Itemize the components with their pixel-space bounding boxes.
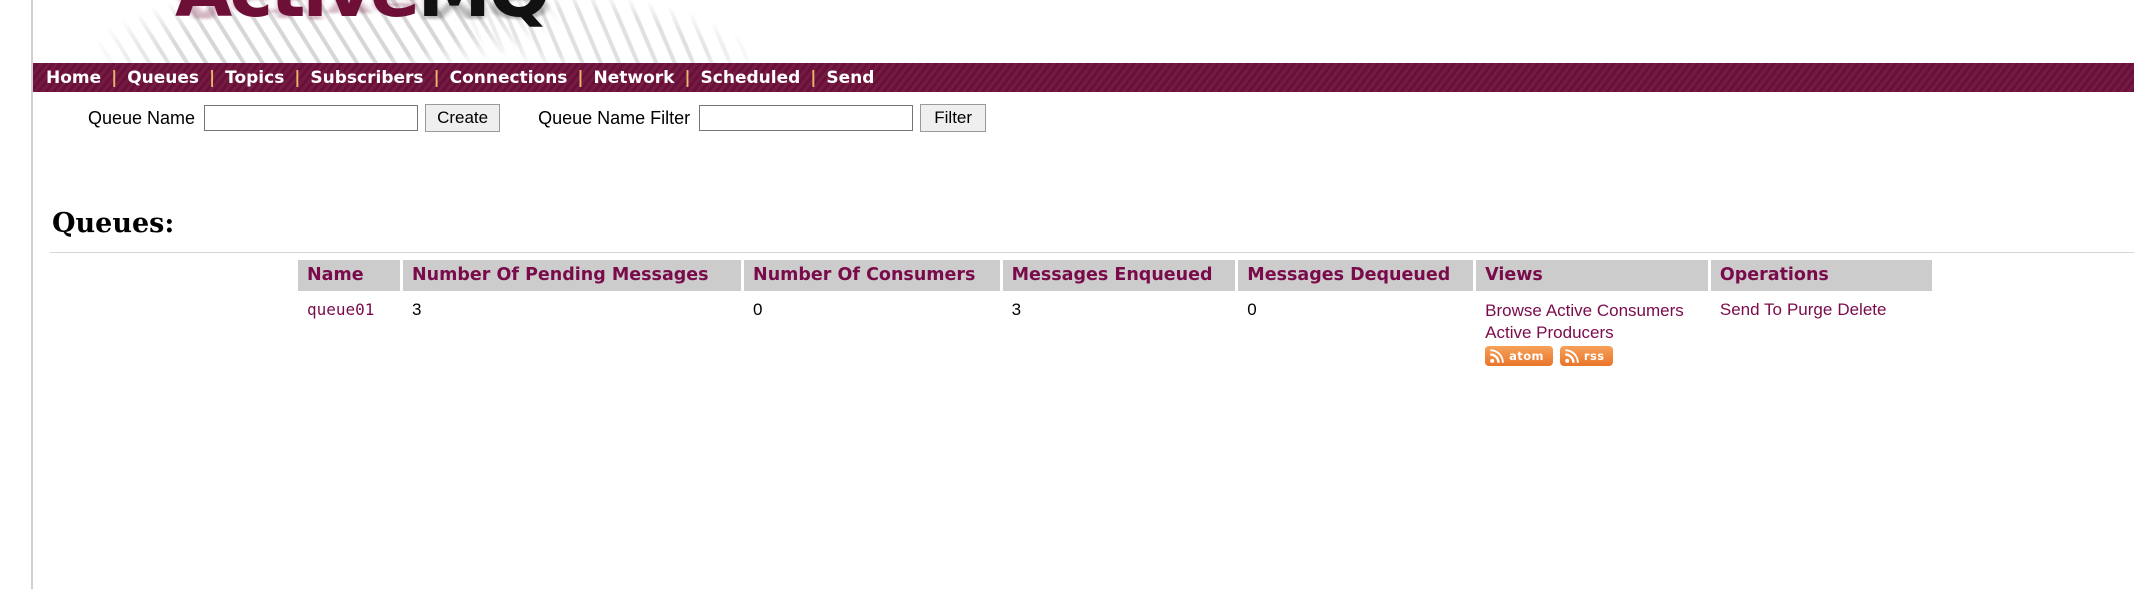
nav-separator: |: [684, 67, 691, 88]
active-consumers-link[interactable]: Active Consumers: [1546, 301, 1684, 320]
queue-form-row: Queue Name Create Queue Name Filter Filt…: [33, 92, 2134, 144]
browse-link[interactable]: Browse: [1485, 301, 1542, 320]
atom-feed-label: atom: [1509, 349, 1544, 364]
table-row: queue01 3 0 3 0 Browse Active Consumers A…: [298, 291, 1932, 372]
cell-messages-dequeued: 0: [1247, 300, 1257, 319]
create-button[interactable]: Create: [425, 104, 501, 132]
table-header-row: Name Number Of Pending Messages Number O…: [298, 260, 1932, 291]
nav-links-container: Home | Queues | Topics | Subscribers | C…: [33, 68, 874, 88]
queue-name-input[interactable]: [204, 105, 419, 131]
column-header-dequeued[interactable]: Messages Dequeued: [1238, 260, 1474, 291]
rss-feed-icon: [1565, 348, 1579, 363]
filter-button[interactable]: Filter: [920, 104, 987, 132]
nav-item-subscribers[interactable]: Subscribers: [310, 68, 423, 88]
queues-table-head: Name Number Of Pending Messages Number O…: [298, 260, 1932, 291]
feed-badges-group: atom rss: [1485, 346, 1699, 367]
active-producers-link[interactable]: Active Producers: [1485, 323, 1614, 342]
queue-name-label: Queue Name: [88, 107, 196, 128]
rss-feed-badge[interactable]: rss: [1559, 346, 1614, 367]
site-header: ActiveMQ ActiveMQ: [33, 0, 2134, 63]
send-to-link[interactable]: Send To: [1720, 300, 1782, 319]
activemq-logo[interactable]: ActiveMQ: [175, 0, 551, 28]
nav-item-queues[interactable]: Queues: [127, 68, 199, 88]
column-header-enqueued[interactable]: Messages Enqueued: [1002, 260, 1236, 291]
activemq-console-page: ActiveMQ ActiveMQ Home | Queues | Topics…: [0, 0, 2134, 589]
column-header-pending[interactable]: Number Of Pending Messages: [403, 260, 742, 291]
nav-separator: |: [294, 67, 301, 88]
column-header-name[interactable]: Name: [298, 260, 401, 291]
queue-name-filter-label: Queue Name Filter: [538, 107, 691, 128]
column-header-consumers[interactable]: Number Of Consumers: [744, 260, 1000, 291]
page-title: Queues:: [52, 208, 175, 239]
column-header-views[interactable]: Views: [1476, 260, 1708, 291]
nav-item-scheduled[interactable]: Scheduled: [701, 68, 801, 88]
heading-divider: [50, 252, 2134, 253]
atom-feed-badge[interactable]: atom: [1485, 346, 1553, 367]
views-links-group: Browse Active Consumers Active Producers: [1485, 300, 1699, 343]
nav-separator: |: [208, 67, 216, 88]
purge-link[interactable]: Purge: [1787, 300, 1832, 319]
rss-feed-label: rss: [1583, 349, 1605, 364]
nav-item-connections[interactable]: Connections: [450, 68, 568, 88]
queues-table: Name Number Of Pending Messages Number O…: [295, 260, 1935, 372]
logo-text-active: Active: [175, 0, 420, 34]
nav-item-network[interactable]: Network: [593, 68, 674, 88]
logo-text-mq: MQ: [417, 0, 551, 34]
nav-item-home[interactable]: Home: [46, 68, 101, 88]
cell-queue-name: queue01: [298, 291, 400, 372]
queue-name-filter-input[interactable]: [699, 105, 914, 131]
main-navigation-bar: Home | Queues | Topics | Subscribers | C…: [33, 63, 2134, 92]
cell-pending-messages: 3: [412, 300, 422, 319]
cell-views: Browse Active Consumers Active Producers …: [1476, 291, 1708, 372]
delete-link[interactable]: Delete: [1837, 300, 1886, 319]
cell-number-of-consumers: 0: [753, 300, 763, 319]
cell-messages-enqueued: 3: [1011, 300, 1022, 319]
nav-separator: |: [810, 67, 817, 88]
column-header-operations[interactable]: Operations: [1710, 260, 1932, 291]
cell-operations: Send To Purge Delete: [1711, 291, 1932, 372]
nav-item-send[interactable]: Send: [826, 68, 874, 88]
operations-links-group: Send To Purge Delete: [1720, 300, 1892, 319]
nav-separator: |: [111, 67, 118, 88]
nav-item-topics[interactable]: Topics: [225, 68, 284, 88]
nav-separator: |: [577, 67, 584, 88]
nav-separator: |: [433, 67, 440, 88]
rss-feed-icon: [1490, 348, 1504, 363]
queue-name-link[interactable]: queue01: [307, 300, 374, 319]
queues-table-body: queue01 3 0 3 0 Browse Active Consumers A…: [298, 291, 1932, 372]
